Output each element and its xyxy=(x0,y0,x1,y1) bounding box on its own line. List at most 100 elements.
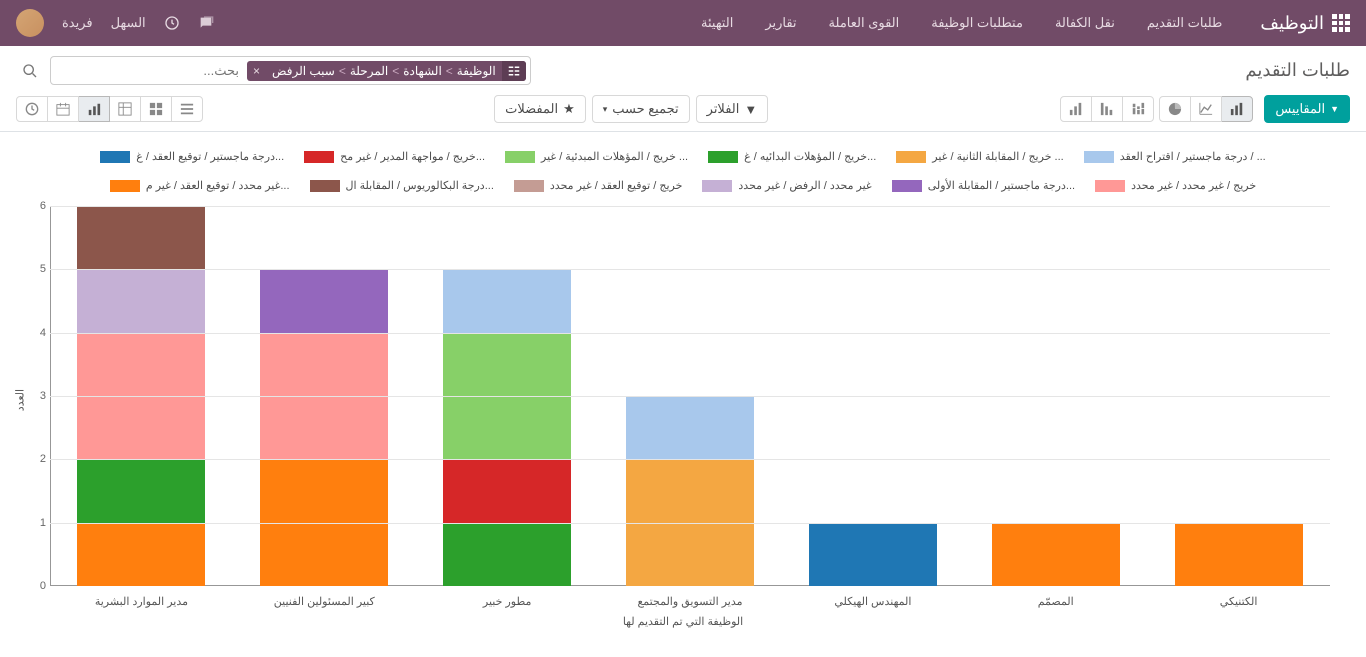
legend-item[interactable]: خريج / مواجهة المدير / غير مح... xyxy=(304,150,485,163)
bar-segment[interactable] xyxy=(1175,523,1303,586)
bar-segment[interactable] xyxy=(443,459,571,522)
legend-label: غير محدد / توقيع العقد / غير م... xyxy=(146,179,290,192)
bar-stack[interactable] xyxy=(443,269,571,586)
legend-item[interactable]: غير محدد / الرفض / غير محدد xyxy=(702,179,871,192)
legend-item[interactable]: غير محدد / توقيع العقد / غير م... xyxy=(110,179,290,192)
legend-item[interactable]: خريج / المقابلة الثانية / غير ... xyxy=(896,150,1063,163)
legend-label: خريج / غير محدد / غير محدد xyxy=(1131,179,1256,192)
x-tick-label: مدير التسويق والمجتمع xyxy=(599,595,782,608)
legend-label: درجة البكالوريوس / المقابلة ال... xyxy=(346,179,494,192)
measures-button[interactable]: ▼المقاييس xyxy=(1264,95,1350,123)
y-tick-label: 5 xyxy=(30,263,46,275)
legend-swatch xyxy=(1095,180,1125,192)
bar-segment[interactable] xyxy=(77,269,205,332)
x-tick-label: مطور خبير xyxy=(416,595,599,608)
menu-item-sponsorship[interactable]: نقل الكفالة xyxy=(1041,9,1129,37)
grid-line xyxy=(50,396,1330,397)
asc-button[interactable] xyxy=(1060,96,1092,122)
brand[interactable]: التوظيف xyxy=(1260,13,1350,34)
x-tick-label: كبير المسئولين الفنيين xyxy=(233,595,416,608)
legend-label: خريج / المؤهلات البدائيه / غ... xyxy=(744,150,876,163)
bar-segment[interactable] xyxy=(77,459,205,522)
bar-segment[interactable] xyxy=(77,523,205,586)
legend-label: درجة ماجستير / اقتراح العقد / ... xyxy=(1120,150,1266,163)
grid-line xyxy=(50,523,1330,524)
pivot-view-button[interactable] xyxy=(109,96,141,122)
search-icon[interactable] xyxy=(22,63,38,79)
chart-legend: درجة ماجستير / توقيع العقد / غ... خريج / … xyxy=(16,142,1350,206)
bar-stack[interactable] xyxy=(260,269,388,586)
search-input[interactable] xyxy=(55,59,247,82)
bar-segment[interactable] xyxy=(260,269,388,332)
search-box[interactable]: الوظيفة > الشهادة > المرحلة > سبب الرفض … xyxy=(50,56,531,85)
menu-item-reports[interactable]: تقارير xyxy=(751,9,810,37)
view-switcher xyxy=(16,96,202,122)
bar-stack[interactable] xyxy=(992,523,1120,586)
bar-segment[interactable] xyxy=(809,523,937,586)
bar-segment[interactable] xyxy=(992,523,1120,586)
menu-item-applications[interactable]: طلبات التقديم xyxy=(1133,9,1237,37)
graph-view-button[interactable] xyxy=(78,96,110,122)
favorites-button[interactable]: ★المفضلات xyxy=(494,95,586,123)
legend-swatch xyxy=(310,180,340,192)
legend-item[interactable]: خريج / المؤهلات المبدئية / غير ... xyxy=(505,150,688,163)
activity-icon[interactable] xyxy=(164,15,180,31)
legend-label: درجة ماجستير / توقيع العقد / غ... xyxy=(136,150,284,163)
legend-item[interactable]: درجة البكالوريوس / المقابلة ال... xyxy=(310,179,494,192)
stack-switcher xyxy=(1060,96,1153,122)
bar-segment[interactable] xyxy=(626,396,754,459)
brand-label: التوظيف xyxy=(1260,13,1324,34)
bar-stack[interactable] xyxy=(626,396,754,586)
bar-chart-button[interactable] xyxy=(1221,96,1253,122)
bar-segment[interactable] xyxy=(443,523,571,586)
y-tick-label: 3 xyxy=(30,390,46,402)
menu-item-workforce[interactable]: القوى العاملة xyxy=(815,9,914,37)
calendar-view-button[interactable] xyxy=(47,96,79,122)
legend-item[interactable]: خريج / غير محدد / غير محدد xyxy=(1095,179,1256,192)
avatar[interactable] xyxy=(16,9,44,37)
list-view-button[interactable] xyxy=(171,96,203,122)
remove-facet-icon[interactable]: × xyxy=(247,64,266,78)
y-axis-title: العدد xyxy=(14,389,27,411)
legend-swatch xyxy=(702,180,732,192)
menu-item-job-req[interactable]: متطلبات الوظيفة xyxy=(917,9,1037,37)
legend-item[interactable]: درجة ماجستير / اقتراح العقد / ... xyxy=(1084,150,1266,163)
stacked-button[interactable] xyxy=(1122,96,1154,122)
legend-item[interactable]: خريج / المؤهلات البدائيه / غ... xyxy=(708,150,876,163)
legend-label: خريج / مواجهة المدير / غير مح... xyxy=(340,150,485,163)
legend-label: خريج / المقابلة الثانية / غير ... xyxy=(932,150,1063,163)
legend-label: خريج / توقيع العقد / غير محدد xyxy=(550,179,683,192)
bar-segment[interactable] xyxy=(77,206,205,269)
grid-line xyxy=(50,333,1330,334)
chart-type-switcher xyxy=(1159,96,1252,122)
groupby-button[interactable]: تجميع حسب▾ xyxy=(592,95,690,123)
filters-button[interactable]: ▼الفلاتر xyxy=(696,95,769,123)
search-facet: الوظيفة > الشهادة > المرحلة > سبب الرفض … xyxy=(247,61,526,81)
desc-button[interactable] xyxy=(1091,96,1123,122)
x-tick-label: الكتنيكي xyxy=(1147,595,1330,608)
page-title: طلبات التقديم xyxy=(1245,60,1350,81)
messaging-icon[interactable] xyxy=(198,15,214,31)
bar-stack[interactable] xyxy=(1175,523,1303,586)
legend-item[interactable]: خريج / توقيع العقد / غير محدد xyxy=(514,179,683,192)
bar-stack[interactable] xyxy=(809,523,937,586)
bar-segment[interactable] xyxy=(443,269,571,332)
apps-icon[interactable] xyxy=(1332,14,1350,32)
user-name[interactable]: فريدة xyxy=(62,15,93,31)
legend-swatch xyxy=(896,151,926,163)
kanban-view-button[interactable] xyxy=(140,96,172,122)
legend-swatch xyxy=(505,151,535,163)
activity-view-button[interactable] xyxy=(16,96,48,122)
x-axis-title: الوظيفة التي تم التقديم لها xyxy=(26,615,1340,628)
y-tick-label: 1 xyxy=(30,517,46,529)
legend-item[interactable]: درجة ماجستير / المقابلة الأولى... xyxy=(892,179,1075,192)
group-icon xyxy=(502,61,526,81)
x-tick-label: المصمّم xyxy=(964,595,1147,608)
line-chart-button[interactable] xyxy=(1190,96,1222,122)
legend-item[interactable]: درجة ماجستير / توقيع العقد / غ... xyxy=(100,150,284,163)
pie-chart-button[interactable] xyxy=(1159,96,1191,122)
menu-item-config[interactable]: التهيئة xyxy=(687,9,747,37)
legend-swatch xyxy=(304,151,334,163)
company-name[interactable]: السهل xyxy=(111,15,146,31)
legend-swatch xyxy=(892,180,922,192)
